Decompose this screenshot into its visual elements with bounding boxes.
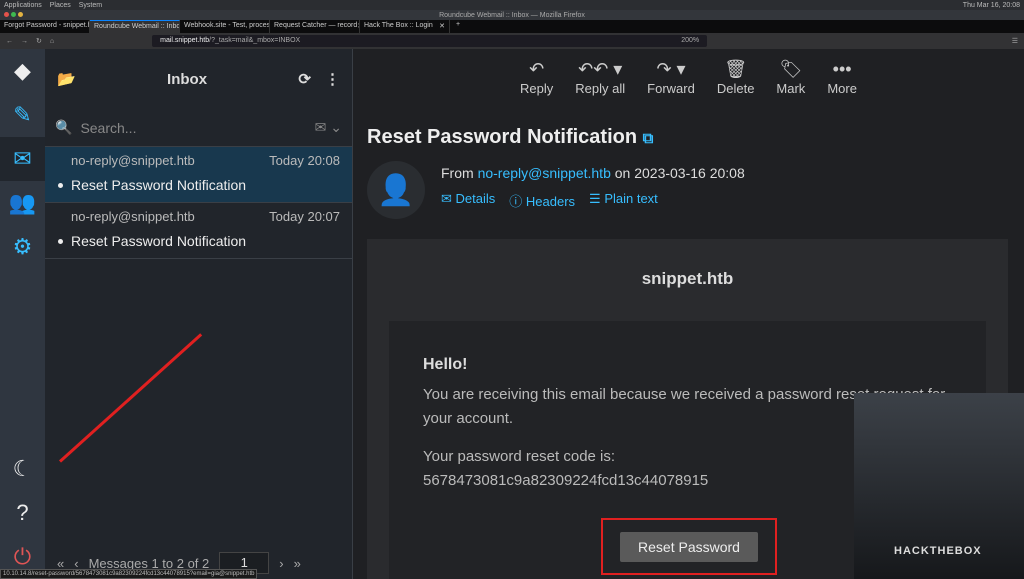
- details-link[interactable]: ✉ Details: [441, 191, 495, 210]
- forward-icon[interactable]: →: [21, 38, 28, 45]
- greeting: Hello!: [423, 356, 468, 373]
- url-bar[interactable]: mail.snippet.htb/?_task=mail&_mbox=INBOX…: [152, 35, 708, 47]
- last-page-icon[interactable]: »: [294, 556, 301, 571]
- window-titlebar: Roundcube Webmail :: Inbox — Mozilla Fir…: [0, 10, 1024, 20]
- tab-request-catcher[interactable]: Request Catcher — record✕: [270, 20, 360, 33]
- tab-forgot-password[interactable]: Forgot Password - snippet.htb✕: [0, 20, 90, 33]
- message-subject: Reset Password Notification ⧉: [367, 126, 654, 148]
- toolbar: ↶ Reply ↶↶ ▾ Reply all ↷ ▾ Forward 🗑 Delete …: [353, 49, 1024, 109]
- next-page-icon[interactable]: ›: [279, 556, 283, 571]
- reply-all-button[interactable]: ↶↶ ▾ Reply all: [575, 59, 625, 109]
- message-list-panel: 📂 Inbox ⟳ ⋮ 🔍 Search... ✉ ⌄ no-reply@snippet.…: [45, 49, 353, 579]
- search-icon: 🔍: [55, 119, 73, 135]
- tab-hackthebox[interactable]: Hack The Box :: Login ✕: [360, 20, 450, 33]
- close-icon: ✕: [439, 23, 445, 30]
- reload-icon[interactable]: ↻: [36, 37, 42, 45]
- headers-link[interactable]: ⓘ Headers: [509, 191, 575, 210]
- dark-mode-moon-icon[interactable]: ☾: [0, 447, 45, 491]
- webcam-overlay: HACKTHEBOX: [854, 393, 1024, 579]
- zoom-level: 200%: [681, 37, 700, 44]
- mail-icon[interactable]: ✉: [0, 137, 45, 181]
- new-tab-button[interactable]: +: [450, 20, 466, 33]
- settings-gear-icon[interactable]: ⚙: [0, 225, 45, 269]
- forward-button[interactable]: ↷ ▾ Forward: [647, 59, 695, 109]
- help-icon[interactable]: ?: [0, 491, 45, 535]
- open-new-window-icon[interactable]: ⧉: [643, 130, 654, 147]
- menu-places[interactable]: Places: [50, 2, 71, 9]
- tab-roundcube[interactable]: Roundcube Webmail :: Inbox✕: [90, 20, 180, 33]
- hackthebox-logo: HACKTHEBOX: [894, 545, 982, 557]
- list-item[interactable]: no-reply@snippet.htb Today 20:08 Reset Pas…: [45, 147, 352, 203]
- avatar: 👤: [367, 161, 425, 219]
- search-input[interactable]: Search...: [80, 120, 306, 136]
- folder-icon[interactable]: 📂: [57, 70, 76, 88]
- list-options-icon[interactable]: ⋮: [325, 70, 340, 88]
- reply-button[interactable]: ↶ Reply: [520, 59, 553, 109]
- more-button[interactable]: ••• More: [827, 59, 857, 109]
- system-bar: Applications Places System Thu Mar 16, 2…: [0, 0, 1024, 10]
- list-title: Inbox: [167, 70, 208, 88]
- menu-applications[interactable]: Applications: [4, 2, 42, 9]
- reset-password-button[interactable]: Reset Password: [620, 531, 758, 562]
- delete-button[interactable]: 🗑 Delete: [717, 59, 755, 109]
- message-view: ↶ Reply ↶↶ ▾ Reply all ↷ ▾ Forward 🗑 Delete …: [353, 49, 1024, 579]
- search-box[interactable]: 🔍 Search... ✉ ⌄: [45, 109, 352, 147]
- nav-bar: ← → ↻ ⌂ mail.snippet.htb/?_task=mail&_mbox=…: [0, 33, 1024, 49]
- menu-icon[interactable]: ☰: [1012, 37, 1018, 45]
- tab-webhook[interactable]: Webhook.site - Test, process✕: [180, 20, 270, 33]
- contacts-icon[interactable]: 👥: [0, 181, 45, 225]
- menu-system[interactable]: System: [79, 2, 102, 9]
- tab-bar: Forgot Password - snippet.htb✕ Roundcube…: [0, 20, 1024, 33]
- list-item[interactable]: no-reply@snippet.htb Today 20:07 Reset Pas…: [45, 203, 352, 259]
- home-icon[interactable]: ⌂: [50, 38, 54, 45]
- refresh-icon[interactable]: ⟳: [298, 70, 311, 88]
- highlight-box: Reset Password: [601, 518, 777, 575]
- sidebar: ◆ ✎ ✉ 👥 ⚙ ☾ ? ⏻: [0, 49, 45, 579]
- roundcube-logo-icon: ◆: [14, 58, 31, 83]
- status-bar-link: 10.10.14.8/reset-password/5678473081c9a8…: [0, 569, 258, 579]
- plain-text-link[interactable]: ☰ Plain text: [589, 191, 658, 210]
- sender-link[interactable]: no-reply@snippet.htb: [478, 165, 611, 181]
- back-icon[interactable]: ←: [6, 38, 13, 45]
- window-title: Roundcube Webmail :: Inbox — Mozilla Fir…: [439, 11, 585, 19]
- compose-icon[interactable]: ✎: [0, 93, 45, 137]
- clock: Thu Mar 16, 20:08: [962, 1, 1020, 9]
- envelope-filter-icon[interactable]: ✉ ⌄: [315, 119, 342, 136]
- site-name: snippet.htb: [641, 269, 734, 288]
- mark-button[interactable]: 🏷 Mark: [776, 59, 805, 109]
